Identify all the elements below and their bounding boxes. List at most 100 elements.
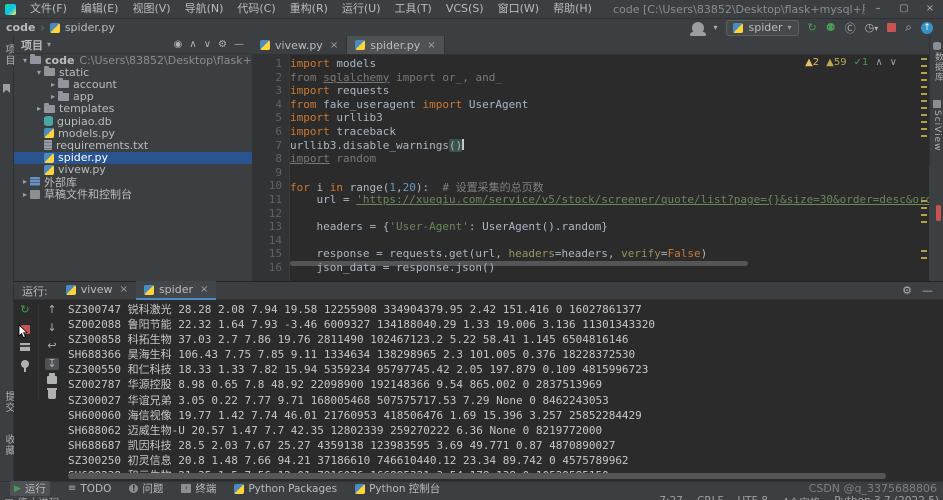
status-bar-item[interactable]: UTF-8 [738, 495, 769, 500]
minimize-button[interactable]: – [865, 0, 891, 18]
menu-item[interactable]: 运行(U) [335, 2, 388, 15]
tree-row[interactable]: ▸ 草稿文件和控制台 [14, 188, 252, 200]
tree-row[interactable]: ▾ code C:\Users\83852\Desktop\flask+mysql+… [14, 54, 252, 66]
close-button[interactable]: × [917, 0, 943, 18]
search-everywhere-icon[interactable]: ⌕ [905, 20, 912, 35]
close-tab-icon[interactable]: × [427, 40, 435, 51]
tree-arrow-icon[interactable]: ▸ [48, 80, 58, 89]
tree-arrow-icon[interactable]: ▾ [20, 56, 30, 65]
prev-problem-icon[interactable]: ∧ [875, 57, 882, 68]
code-editor[interactable]: 1 import models 2 from sqlalchemy import or… [252, 55, 929, 281]
chevron-down-icon[interactable]: ▾ [47, 40, 51, 49]
soft-wrap-icon[interactable]: ↩ [47, 340, 56, 352]
tree-item-label: spider.py [58, 151, 109, 164]
editor-horizontal-scrollbar[interactable] [290, 261, 748, 266]
menu-item[interactable]: 重构(R) [283, 2, 335, 15]
close-tab-icon[interactable]: × [330, 40, 338, 51]
tool-window-button-run[interactable]: ▶ 运行 [10, 481, 50, 496]
tree-row[interactable]: ▸ app [14, 91, 252, 103]
hide-panel-icon[interactable]: — [234, 39, 244, 50]
line-number: 13 [268, 220, 282, 234]
tool-window-button-terminal[interactable]: › 终端 [181, 481, 216, 496]
tree-row[interactable]: models.py [14, 127, 252, 139]
run-config-selector[interactable]: spider ▾ [726, 19, 799, 36]
editor-error-stripe[interactable] [920, 55, 928, 281]
tree-arrow-icon[interactable]: ▾ [34, 68, 44, 77]
rerun-icon[interactable]: ↻ [20, 304, 29, 316]
profiler-button[interactable]: ◷▾ [865, 21, 879, 34]
tree-row[interactable]: spider.py [14, 151, 252, 164]
coverage-button[interactable]: Ⓒ [845, 20, 856, 36]
locate-file-icon[interactable]: ◉ [174, 39, 183, 50]
hide-console-icon[interactable]: — [922, 284, 933, 297]
tree-row[interactable]: ▸ 外部库 [14, 176, 252, 188]
status-bar-item[interactable]: 7:27 [659, 495, 683, 500]
maximize-button[interactable]: ▢ [891, 0, 917, 18]
stop-button[interactable] [887, 23, 897, 32]
tool-window-button-pycon[interactable]: Python 控制台 [355, 481, 440, 496]
menu-item[interactable]: 代码(C) [230, 2, 282, 15]
menu-item[interactable]: 编辑(E) [74, 2, 126, 15]
down-stack-trace-icon[interactable]: ↓ [47, 322, 56, 334]
menu-item[interactable]: 视图(V) [125, 2, 177, 15]
tree-row[interactable]: gupiao.db [14, 115, 252, 127]
run-tab[interactable]: vivew × [58, 281, 136, 298]
tool-window-button-problem[interactable]: ! 问题 [129, 481, 163, 496]
user-icon[interactable] [690, 21, 707, 38]
gear-icon[interactable]: ⚙ [218, 39, 227, 50]
up-stack-trace-icon[interactable]: ↑ [47, 304, 56, 316]
tree-row[interactable]: requirements.txt [14, 139, 252, 152]
menu-item[interactable]: 工具(T) [388, 2, 439, 15]
tree-arrow-icon[interactable]: ▸ [20, 190, 30, 199]
project-panel-title[interactable]: 项目 [21, 37, 43, 53]
tree-arrow-icon[interactable]: ▸ [48, 92, 58, 101]
menu-item[interactable]: 帮助(H) [546, 2, 599, 15]
menu-item[interactable]: VCS(S) [439, 2, 491, 15]
pin-tab-icon[interactable] [21, 360, 29, 372]
menu-item[interactable]: 文件(F) [23, 2, 74, 15]
console-horizontal-scrollbar[interactable] [68, 473, 886, 479]
csdn-watermark: CSDN @q_3375688806 [808, 482, 937, 495]
close-tab-icon[interactable]: × [200, 284, 208, 295]
user-dropdown-arrow-icon[interactable]: ▾ [713, 23, 717, 32]
tool-window-database-button[interactable]: 数据库 [932, 52, 943, 82]
scroll-to-end-icon[interactable]: ↧ [45, 358, 59, 370]
breadcrumb-file[interactable]: spider.py [65, 21, 115, 34]
tree-row[interactable]: ▾ static [14, 66, 252, 78]
update-available-icon[interactable]: ↑ [921, 21, 933, 34]
menu-item[interactable]: 导航(N) [178, 2, 231, 15]
play-icon: ▶ [14, 483, 21, 494]
tree-arrow-icon[interactable]: ▸ [20, 177, 30, 186]
editor-tab[interactable]: vivew.py × [252, 36, 348, 54]
collapse-all-icon[interactable]: ∨ [204, 39, 211, 50]
inspections-widget[interactable]: ▲2 ▲59 ✓1 ∧ ∨ [801, 57, 901, 68]
tree-row[interactable]: ▸ templates [14, 103, 252, 115]
expand-all-icon[interactable]: ∧ [189, 39, 196, 50]
tool-window-button-pypkg[interactable]: Python Packages [234, 483, 337, 495]
status-bar-item[interactable]: 4个空格 [782, 495, 820, 500]
breadcrumb-project[interactable]: code [6, 21, 35, 34]
gear-icon[interactable]: ⚙ [902, 284, 912, 297]
run-tab[interactable]: spider × [135, 281, 217, 300]
editor-tab[interactable]: spider.py × [347, 36, 445, 54]
tree-arrow-icon[interactable]: ▸ [34, 104, 44, 113]
folder-icon [44, 102, 55, 113]
tree-row[interactable]: ▸ account [14, 78, 252, 90]
code-token: urllib3 [336, 111, 383, 125]
restore-layout-icon[interactable] [20, 343, 30, 351]
rerun-button[interactable]: ↻ [808, 21, 817, 34]
tree-row[interactable]: vivew.py [14, 164, 252, 176]
menu-item[interactable]: 窗口(W) [491, 2, 546, 15]
tool-window-sciview-button[interactable]: SciView [932, 110, 942, 152]
status-bar-item[interactable]: CRLF [697, 495, 724, 500]
close-tab-icon[interactable]: × [120, 284, 128, 295]
console-output[interactable]: SZ300747 锐科激光 28.28 2.08 7.94 19.58 1225… [68, 301, 938, 473]
next-problem-icon[interactable]: ∨ [890, 57, 897, 68]
print-icon[interactable] [47, 373, 57, 384]
tool-window-button-todo[interactable]: ≡ TODO [68, 483, 111, 495]
status-bar-item[interactable]: Python 3.7 (2022.5) [834, 495, 939, 500]
clear-console-icon[interactable] [47, 388, 57, 399]
debug-button[interactable]: ⚉ [826, 21, 836, 34]
bookmark-icon[interactable] [3, 84, 10, 93]
